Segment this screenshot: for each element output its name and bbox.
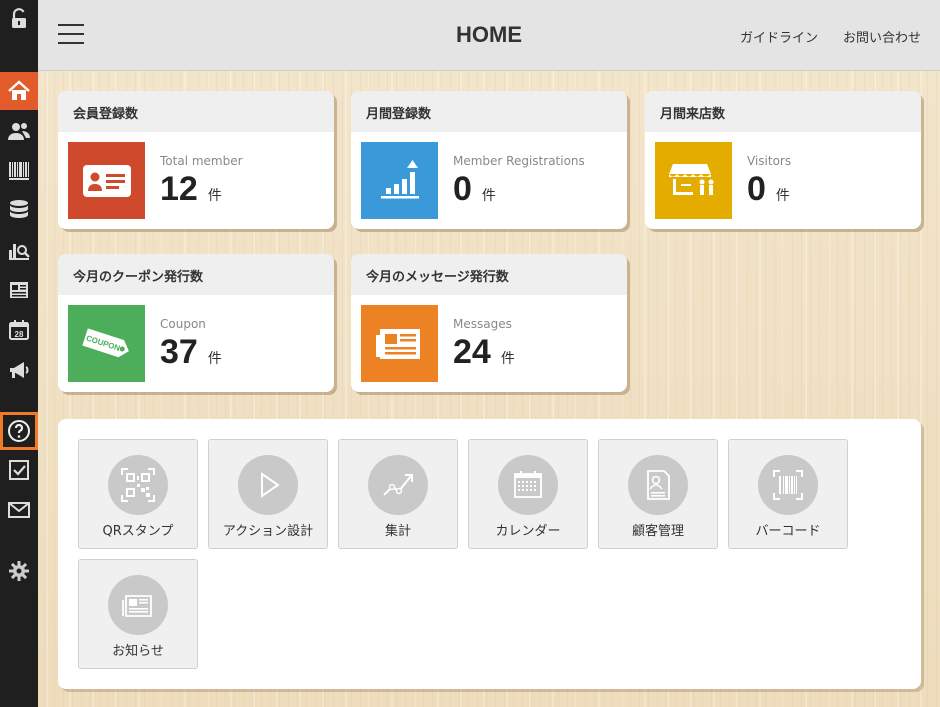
shortcut-icon-circle: [498, 455, 558, 515]
shortcut-label: アクション設計: [222, 524, 314, 539]
play-icon: [261, 472, 280, 498]
sidebar-item-database[interactable]: [0, 191, 38, 229]
shortcut-label: カレンダー: [495, 524, 561, 539]
svg-text:28: 28: [15, 330, 24, 339]
card-title: 会員登録数: [58, 91, 334, 132]
unlock-icon: [12, 8, 26, 28]
home-icon: [8, 80, 30, 100]
guidelines-link[interactable]: ガイドライン: [740, 27, 818, 46]
card-subtitle: Coupon: [160, 317, 206, 331]
shortcut-label: QRスタンプ: [102, 524, 174, 539]
shortcut-icon-circle: [628, 455, 688, 515]
coupon-icon: COUPON: [81, 327, 129, 357]
sidebar-item-tasks[interactable]: [0, 451, 38, 489]
shortcut-analytics[interactable]: 集計: [338, 439, 458, 549]
help-icon: [8, 420, 30, 442]
card-value: 24 件: [453, 333, 515, 371]
sidebar-item-lock[interactable]: [0, 0, 38, 38]
shortcut-icon-circle: [238, 455, 298, 515]
card-icon-box: [68, 142, 145, 219]
card-title: 今月のクーポン発行数: [58, 254, 334, 295]
sidebar-item-calendar[interactable]: 28: [0, 311, 38, 349]
card-subtitle: Visitors: [747, 154, 792, 168]
shortcut-customer-management[interactable]: 顧客管理: [598, 439, 718, 549]
header: HOME ガイドライン お問い合わせ: [38, 0, 940, 71]
storefront-icon: [668, 163, 713, 195]
shortcut-label: お知らせ: [112, 644, 164, 659]
stat-card-monthly-visitors: 月間来店数 Visitors 0件: [645, 91, 921, 229]
checkbox-icon: [9, 460, 29, 480]
shortcut-icon-circle: [758, 455, 818, 515]
shortcut-action-design[interactable]: アクション設計: [208, 439, 328, 549]
card-subtitle: Total member: [160, 154, 243, 168]
shortcut-label: バーコード: [755, 524, 821, 539]
sidebar-item-settings[interactable]: [0, 552, 38, 590]
megaphone-icon: [10, 362, 29, 378]
stat-card-messages: 今月のメッセージ発行数 Messages 24 件: [351, 254, 627, 392]
sidebar-item-news[interactable]: [0, 271, 38, 309]
shortcuts-panel: QRスタンプ アクション設計 集計 カレンダー 顧客管理 バーコード お知らせ: [58, 419, 921, 689]
database-icon: [10, 200, 28, 218]
mail-icon: [8, 502, 30, 518]
sidebar-item-analytics[interactable]: [0, 231, 38, 269]
shortcut-barcode[interactable]: バーコード: [728, 439, 848, 549]
id-card-icon: [82, 164, 131, 197]
card-title: 月間来店数: [645, 91, 921, 132]
card-value: 12 件: [160, 170, 222, 208]
shortcut-label: 顧客管理: [631, 524, 684, 539]
sidebar-item-home[interactable]: [0, 72, 38, 110]
calendar-grid-icon: [514, 471, 542, 498]
chart-search-icon: [9, 244, 30, 260]
card-title: 今月のメッセージ発行数: [351, 254, 627, 295]
sidebar-item-mail[interactable]: [0, 491, 38, 529]
shortcut-icon-circle: [368, 455, 428, 515]
shortcut-icon-circle: [108, 455, 168, 515]
card-title: 月間登録数: [351, 91, 627, 132]
card-value: 37 件: [160, 333, 222, 371]
card-subtitle: Messages: [453, 317, 512, 331]
qr-code-icon: [121, 468, 155, 502]
gear-icon: [9, 561, 29, 581]
sidebar-item-help[interactable]: [0, 412, 38, 450]
shortcut-icon-circle: [108, 575, 168, 635]
barcode-scan-icon: [773, 470, 803, 500]
sidebar-item-announcements[interactable]: [0, 351, 38, 389]
sidebar-item-barcode[interactable]: [0, 152, 38, 190]
calendar-icon: 28: [9, 320, 29, 340]
shortcut-calendar[interactable]: カレンダー: [468, 439, 588, 549]
sidebar-item-members[interactable]: [0, 112, 38, 150]
stat-card-total-members: 会員登録数 Total member 12 件: [58, 91, 334, 229]
card-subtitle: Member Registrations: [453, 154, 585, 168]
users-icon: [8, 123, 30, 140]
barcode-icon: [9, 162, 29, 180]
card-icon-box: [361, 142, 438, 219]
sidebar: 28: [0, 0, 38, 707]
card-value: 0件: [453, 170, 496, 208]
shortcut-label: 集計: [384, 524, 411, 539]
rising-bars-icon: [380, 159, 419, 198]
card-icon-box: [655, 142, 732, 219]
shortcut-qr-stamp[interactable]: QRスタンプ: [78, 439, 198, 549]
newspaper-icon: [10, 282, 28, 298]
card-icon-box: [361, 305, 438, 382]
trend-icon: [383, 474, 413, 496]
card-value: 0件: [747, 170, 790, 208]
card-icon-box: COUPON: [68, 305, 145, 382]
customer-profile-icon: [647, 470, 670, 500]
newspaper-icon: [375, 328, 420, 359]
contact-link[interactable]: お問い合わせ: [843, 27, 921, 46]
news-icon: [122, 595, 152, 617]
shortcut-news[interactable]: お知らせ: [78, 559, 198, 669]
stat-card-monthly-registrations: 月間登録数 Member Registrations 0件: [351, 91, 627, 229]
stat-card-coupons: 今月のクーポン発行数 COUPON Coupon 37 件: [58, 254, 334, 392]
